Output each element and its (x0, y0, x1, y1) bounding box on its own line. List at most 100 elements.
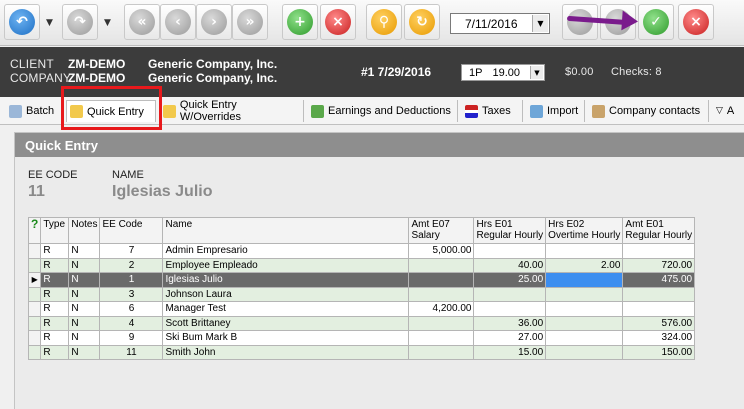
current-row-arrow-icon[interactable]: ▶ (27, 272, 42, 288)
column-check-header[interactable]: ? (27, 217, 42, 244)
cancel-button[interactable]: × (678, 4, 714, 40)
column-hrs-e02-header[interactable]: Hrs E02 Overtime Hourly (545, 217, 624, 244)
cell-type[interactable]: R (40, 344, 70, 360)
cell-hrs-e02[interactable] (545, 243, 624, 259)
cell-hrs-e01[interactable]: 25.00 (473, 272, 547, 288)
cell-hrs-e01[interactable]: 27.00 (473, 330, 547, 346)
row-indicator[interactable] (27, 243, 42, 259)
cell-amt-e07[interactable] (408, 315, 475, 331)
forward-button[interactable]: ↷ (62, 4, 98, 40)
cell-notes[interactable]: N (68, 257, 101, 273)
cell-hrs-e01[interactable]: 15.00 (473, 344, 547, 360)
date-dropdown-icon[interactable]: ▼ (532, 15, 548, 32)
cell-name[interactable]: Manager Test (162, 301, 410, 317)
last-record-button[interactable]: » (232, 4, 268, 40)
period-select[interactable]: 1P 19.00 ▼ (461, 64, 545, 81)
cell-notes[interactable]: N (68, 286, 101, 302)
cell-type[interactable]: R (40, 301, 70, 317)
table-row[interactable]: R N 11 Smith John 15.00 150.00 (27, 344, 696, 360)
column-ee-code-header[interactable]: EE Code (99, 217, 164, 244)
cell-name[interactable]: Scott Brittaney (162, 315, 410, 331)
cell-amt-e07[interactable] (408, 344, 475, 360)
cell-ee-code[interactable]: 11 (99, 344, 164, 360)
tab-company-contacts[interactable]: Company contacts (589, 100, 709, 122)
table-row[interactable]: R N 6 Manager Test 4,200.00 (27, 301, 696, 317)
column-hrs-e01-header[interactable]: Hrs E01 Regular Hourly (473, 217, 547, 244)
cell-amt-e07[interactable]: 4,200.00 (408, 301, 475, 317)
tab-earnings-deductions[interactable]: Earnings and Deductions (308, 100, 458, 122)
previous-record-button[interactable]: ‹ (160, 4, 196, 40)
tab-batch[interactable]: Batch (6, 100, 62, 122)
cell-notes[interactable]: N (68, 315, 101, 331)
cell-hrs-e02[interactable] (545, 344, 624, 360)
row-indicator[interactable] (27, 330, 42, 346)
save-button[interactable]: ✓ (638, 4, 674, 40)
cell-amt-e01[interactable]: 720.00 (622, 257, 696, 273)
next-record-button[interactable]: › (196, 4, 232, 40)
column-type-header[interactable]: Type (40, 217, 70, 244)
cell-ee-code[interactable]: 9 (99, 330, 164, 346)
cell-hrs-e02[interactable]: 2.00 (545, 257, 624, 273)
cell-type[interactable]: R (40, 272, 70, 288)
back-button[interactable]: ↶ (4, 4, 40, 40)
cell-name[interactable]: Ski Bum Mark B (162, 330, 410, 346)
cell-amt-e07[interactable] (408, 330, 475, 346)
row-indicator[interactable] (27, 301, 42, 317)
tab-import[interactable]: Import (527, 100, 585, 122)
table-row[interactable]: R N 7 Admin Empresario 5,000.00 (27, 243, 696, 259)
first-record-button[interactable]: « (124, 4, 160, 40)
cell-amt-e07[interactable] (408, 257, 475, 273)
cell-amt-e01[interactable]: 576.00 (622, 315, 696, 331)
column-amt-e01-header[interactable]: Amt E01 Regular Hourly (622, 217, 696, 244)
cell-notes[interactable]: N (68, 330, 101, 346)
table-row[interactable]: R N 4 Scott Brittaney 36.00 576.00 (27, 315, 696, 331)
cell-hrs-e01[interactable] (473, 243, 547, 259)
cell-name[interactable]: Johnson Laura (162, 286, 410, 302)
forward-dropdown-icon[interactable]: ▼ (104, 18, 111, 28)
cell-amt-e07[interactable]: 5,000.00 (408, 243, 475, 259)
cell-amt-e01[interactable] (622, 301, 696, 317)
cell-hrs-e01[interactable]: 40.00 (473, 257, 547, 273)
remove-employee-button[interactable]: × (320, 4, 356, 40)
row-indicator[interactable] (27, 344, 42, 360)
table-row[interactable]: R N 3 Johnson Laura (27, 286, 696, 302)
cell-amt-e07[interactable] (408, 272, 475, 288)
cell-hrs-e01[interactable] (473, 301, 547, 317)
cell-amt-e07[interactable] (408, 286, 475, 302)
tab-taxes[interactable]: Taxes (462, 100, 523, 122)
refresh-button[interactable]: ↻ (404, 4, 440, 40)
cell-hrs-e02[interactable] (545, 301, 624, 317)
cell-ee-code[interactable]: 3 (99, 286, 164, 302)
back-dropdown-icon[interactable]: ▼ (46, 18, 53, 28)
table-row-selected[interactable]: ▶ R N 1 Iglesias Julio 25.00 475.00 (27, 272, 696, 288)
cell-name[interactable]: Iglesias Julio (162, 272, 410, 288)
cell-amt-e01[interactable] (622, 286, 696, 302)
cell-ee-code[interactable]: 4 (99, 315, 164, 331)
period-dropdown-icon[interactable]: ▼ (530, 66, 543, 79)
row-indicator[interactable] (27, 315, 42, 331)
cell-name[interactable]: Smith John (162, 344, 410, 360)
cell-name[interactable]: Employee Empleado (162, 257, 410, 273)
search-button[interactable]: ⚲ (366, 4, 402, 40)
cell-name[interactable]: Admin Empresario (162, 243, 410, 259)
cell-type[interactable]: R (40, 243, 70, 259)
cell-type[interactable]: R (40, 286, 70, 302)
cell-hrs-e02[interactable] (545, 315, 624, 331)
date-field[interactable]: 7/11/2016 ▼ (450, 13, 550, 34)
add-employee-button[interactable]: + (282, 4, 318, 40)
cell-type[interactable]: R (40, 315, 70, 331)
table-row[interactable]: R N 2 Employee Empleado 40.00 2.00 720.0… (27, 257, 696, 273)
tab-more[interactable]: ▽ A (713, 100, 744, 122)
cell-hrs-e02[interactable] (545, 330, 624, 346)
table-row[interactable]: R N 9 Ski Bum Mark B 27.00 324.00 (27, 330, 696, 346)
row-indicator[interactable] (27, 286, 42, 302)
cell-ee-code[interactable]: 7 (99, 243, 164, 259)
cell-ee-code[interactable]: 1 (99, 272, 164, 288)
cell-hrs-e02-active[interactable] (545, 272, 624, 288)
cell-hrs-e02[interactable] (545, 286, 624, 302)
row-indicator[interactable] (27, 257, 42, 273)
cell-hrs-e01[interactable]: 36.00 (473, 315, 547, 331)
tab-quick-entry-overrides[interactable]: Quick Entry W/Overrides (160, 99, 304, 123)
cell-notes[interactable]: N (68, 301, 101, 317)
cell-notes[interactable]: N (68, 272, 101, 288)
